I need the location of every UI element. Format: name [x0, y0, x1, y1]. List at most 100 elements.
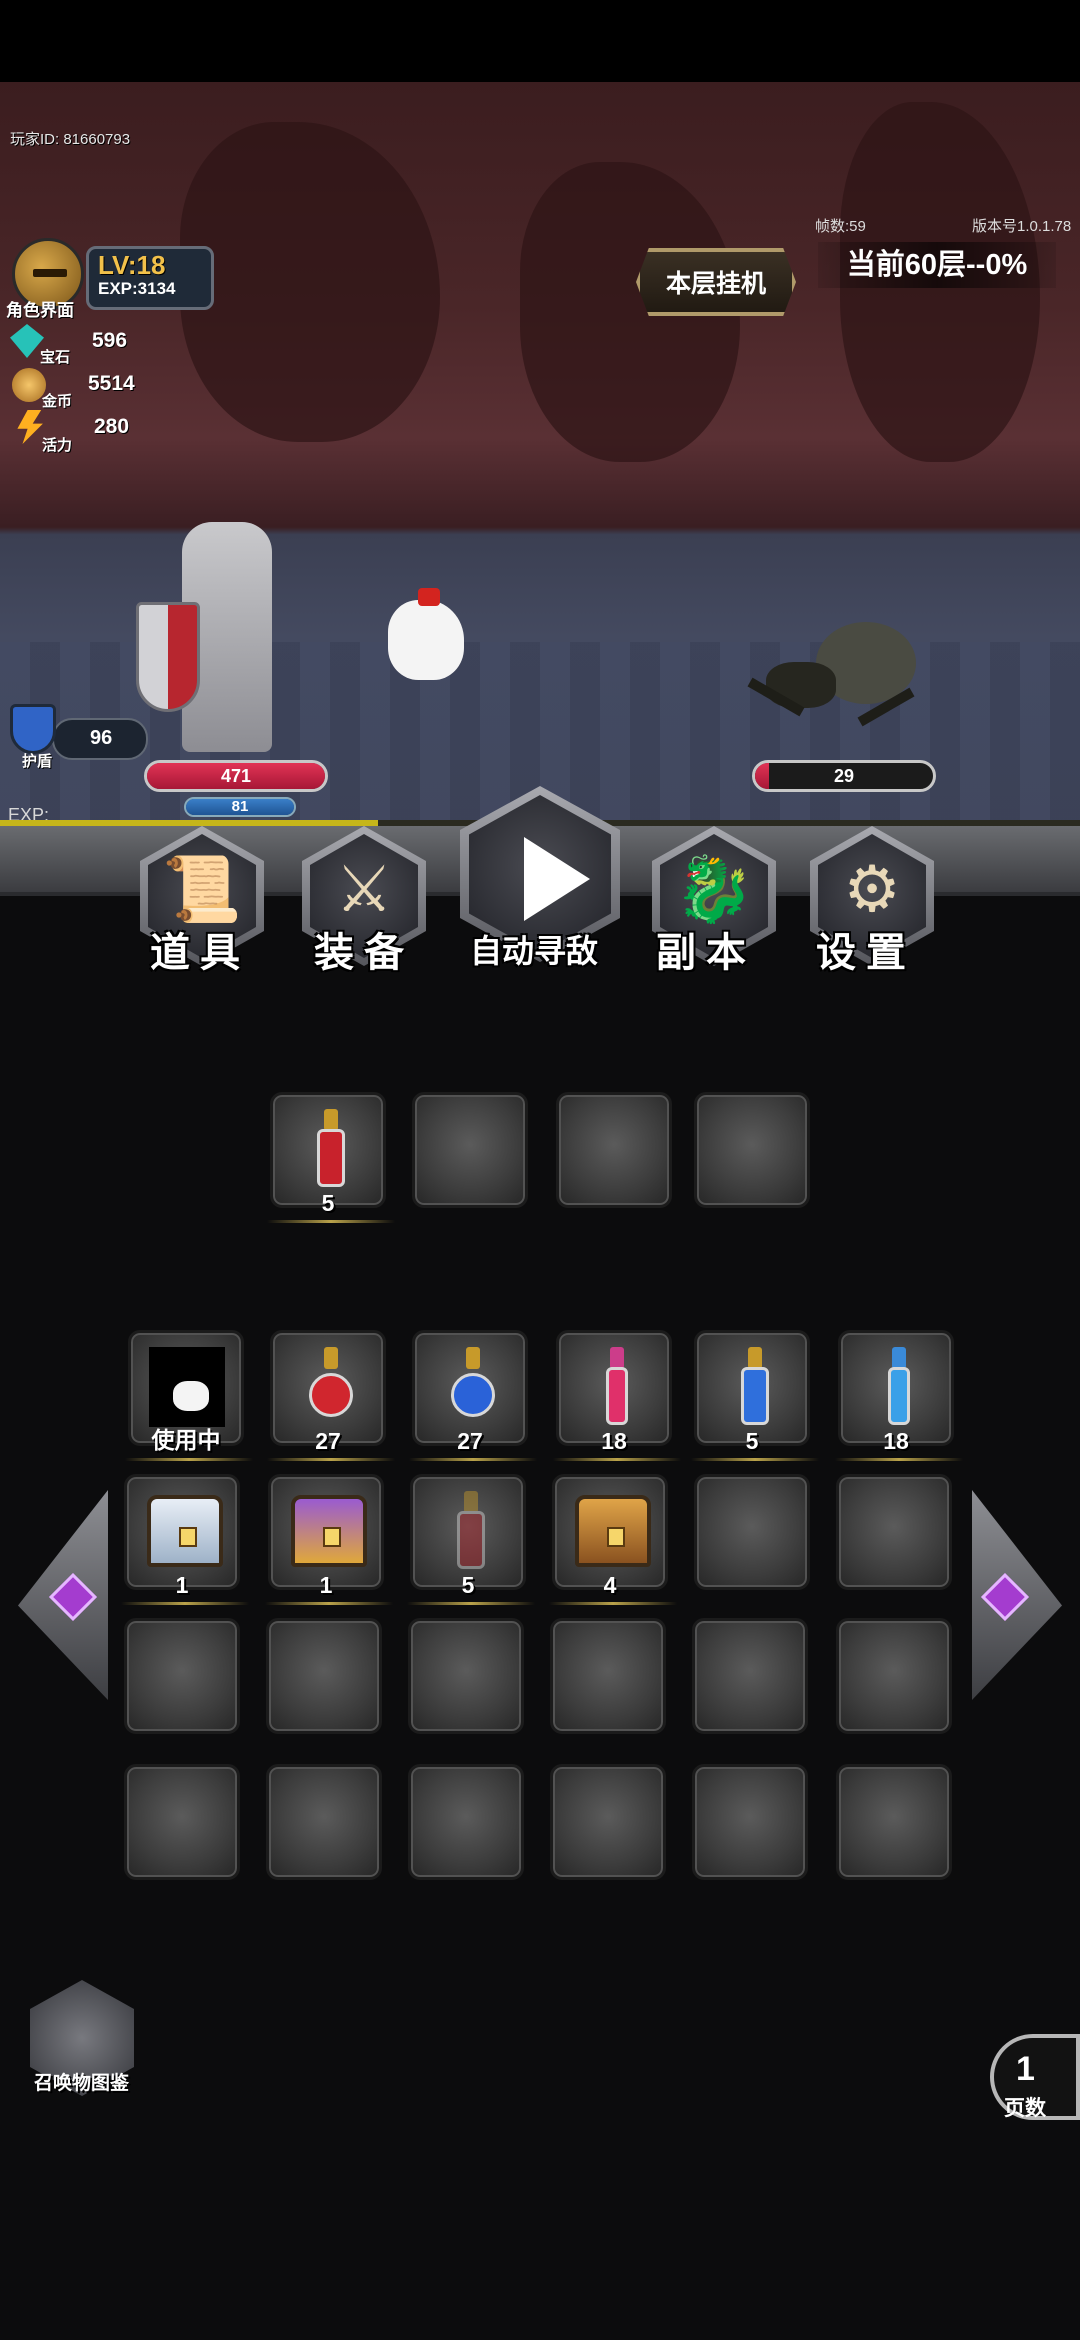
status-bar — [0, 0, 1080, 82]
inventory-slot[interactable] — [836, 1474, 952, 1590]
potion-glass — [741, 1367, 769, 1425]
red-round-potion-icon — [309, 1347, 353, 1429]
potion-neck — [748, 1347, 762, 1369]
inventory-slot[interactable]: 1 — [121, 1474, 249, 1605]
gear-icon: ⚙ — [843, 853, 901, 925]
inventory-slot[interactable] — [692, 1618, 808, 1734]
slot-count: 27 — [315, 1428, 341, 1454]
inventory-slot[interactable] — [692, 1764, 808, 1880]
potion-neck — [324, 1347, 338, 1369]
shield-icon — [10, 704, 56, 754]
inventory-slot[interactable] — [124, 1764, 240, 1880]
page-number: 1 — [1016, 2050, 1035, 2088]
inventory-slot[interactable] — [124, 1618, 240, 1734]
equipped-slot-2[interactable] — [412, 1092, 528, 1208]
slot-underline — [407, 1602, 535, 1605]
player-hp-value: 471 — [220, 766, 252, 786]
potion-glass — [309, 1373, 353, 1417]
potion-neck — [610, 1347, 624, 1369]
potion-glass — [888, 1367, 910, 1425]
inventory-slot[interactable] — [408, 1764, 524, 1880]
red-potion-icon — [313, 1109, 349, 1191]
potion-neck — [466, 1347, 480, 1369]
auto-battle-label[interactable]: 自动寻敌 — [470, 926, 598, 972]
gold-value: 5514 — [88, 372, 135, 395]
level-display: LV:18 — [98, 250, 165, 281]
inventory-slot[interactable] — [694, 1474, 810, 1590]
slot-count: 5 — [461, 1572, 475, 1598]
spider-enemy — [746, 622, 926, 740]
floor-idle-button[interactable]: 本层挂机 — [636, 248, 796, 316]
slot-underline — [553, 1458, 681, 1461]
inventory-slot[interactable] — [266, 1764, 382, 1880]
inventory-slot[interactable] — [550, 1618, 666, 1734]
inventory-slot[interactable]: 27 — [409, 1330, 537, 1461]
fps-counter: 帧数:59 — [815, 218, 866, 235]
gems-value: 596 — [92, 329, 128, 352]
settings-label[interactable]: 设置 — [816, 920, 916, 978]
slot-count: 5 — [745, 1428, 759, 1454]
sword-icon: ⚔ — [335, 853, 393, 925]
knight-shield — [136, 602, 200, 712]
slot-count: 18 — [601, 1428, 627, 1454]
slot-count: 1 — [319, 1572, 333, 1598]
equipment-label[interactable]: 装备 — [314, 920, 414, 978]
role-screen-label[interactable]: 角色界面 — [6, 296, 74, 321]
inventory-slot[interactable]: 4 — [549, 1474, 677, 1605]
version-label: 版本号1.0.1.78 — [972, 218, 1072, 235]
dungeon-label[interactable]: 副本 — [656, 920, 756, 978]
inventory-slot[interactable] — [550, 1764, 666, 1880]
slot-count: 18 — [883, 1428, 909, 1454]
purple-chest-icon — [291, 1495, 367, 1567]
slot-underline — [125, 1458, 253, 1461]
inventory-slot[interactable]: 5 — [691, 1330, 819, 1461]
slot-underline — [267, 1458, 395, 1461]
blue-vial-icon — [881, 1347, 917, 1429]
inventory-slot[interactable]: 18 — [553, 1330, 681, 1461]
enemy-hp-value: 29 — [833, 766, 855, 786]
energy-value: 280 — [94, 415, 130, 438]
chicken-summon — [388, 588, 464, 680]
inventory-slot[interactable] — [408, 1618, 524, 1734]
inventory-slot[interactable]: 使用中 — [125, 1330, 253, 1461]
inventory-slot[interactable] — [836, 1764, 952, 1880]
floor-progress: 当前60层--0% — [818, 242, 1056, 288]
slot-underline — [691, 1458, 819, 1461]
inventory-slot[interactable]: 5 — [407, 1474, 535, 1605]
shield-value: 96 — [90, 727, 113, 749]
player-id: 玩家ID: 81660793 — [10, 131, 131, 148]
level-value: 18 — [136, 250, 166, 280]
items-label[interactable]: 道具 — [150, 920, 250, 978]
slot-underline — [409, 1458, 537, 1461]
exp-value: EXP:3134 — [98, 279, 176, 298]
inventory-slot[interactable] — [266, 1618, 382, 1734]
potion-glass — [606, 1367, 628, 1425]
page-label: 页数 — [1004, 2097, 1046, 2120]
inventory-slot[interactable]: 18 — [835, 1330, 963, 1461]
gold-label: 金币 — [42, 393, 73, 410]
summon-bestiary-label[interactable]: 召唤物图鉴 — [34, 2068, 129, 2095]
play-icon — [524, 837, 590, 921]
slot-count: 1 — [175, 1572, 189, 1598]
cave-rock — [180, 122, 440, 442]
knight-character — [130, 512, 320, 762]
chicken-icon — [173, 1381, 209, 1411]
inventory-slot[interactable]: 27 — [267, 1330, 395, 1461]
energy-label: 活力 — [42, 437, 73, 454]
potion-glass — [317, 1129, 345, 1187]
player-hp-bar: 471 — [144, 760, 328, 792]
inventory-slot[interactable]: 1 — [265, 1474, 393, 1605]
potion-glass — [457, 1511, 485, 1569]
level-prefix: LV: — [98, 250, 137, 280]
player-mp-value: 81 — [231, 798, 249, 815]
equipped-slot-1[interactable]: 5 — [267, 1092, 395, 1223]
slot-underline — [121, 1602, 249, 1605]
slot-underline — [549, 1602, 677, 1605]
gems-label: 宝石 — [40, 349, 71, 366]
inventory-slot[interactable] — [836, 1618, 952, 1734]
shield-label: 护盾 — [22, 753, 53, 770]
slot-underline — [835, 1458, 963, 1461]
equipped-slot-4[interactable] — [694, 1092, 810, 1208]
wooden-chest-icon — [575, 1495, 651, 1567]
equipped-slot-3[interactable] — [556, 1092, 672, 1208]
